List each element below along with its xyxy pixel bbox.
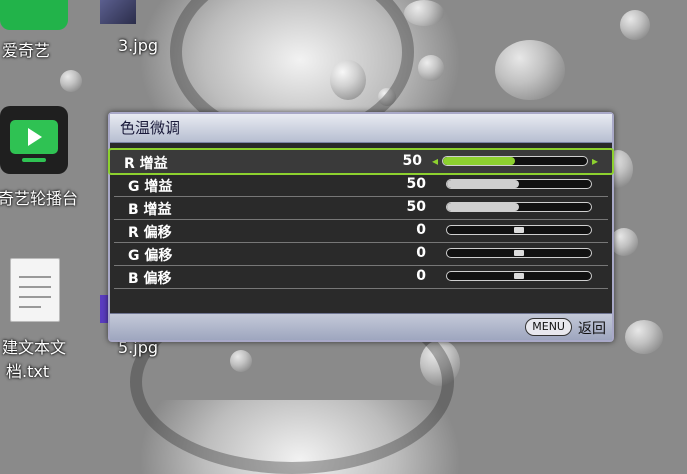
slider-fill — [447, 180, 519, 188]
desktop-icon-label: 奇艺轮播台 — [0, 189, 79, 208]
setting-slider[interactable] — [446, 202, 592, 212]
setting-value: 50 — [406, 199, 426, 215]
osd-footer: MENU 返回 — [110, 313, 612, 340]
setting-label: R 偏移 — [128, 225, 172, 241]
desktop-icon-label: 3.jpg — [118, 36, 159, 55]
slider-fill — [443, 157, 515, 165]
setting-label: B 偏移 — [128, 271, 172, 287]
setting-row-g-gain[interactable]: G 增益 50 — [114, 173, 608, 197]
text-file-icon — [10, 258, 60, 322]
setting-label: G 增益 — [128, 179, 173, 195]
setting-value: 50 — [402, 153, 422, 169]
setting-row-b-gain[interactable]: B 增益 50 — [114, 196, 608, 220]
slider-knob[interactable] — [514, 273, 524, 279]
setting-value: 50 — [406, 176, 426, 192]
setting-row-b-offset[interactable]: B 偏移 0 — [114, 265, 608, 289]
color-temp-osd-menu: 色温微调 R 增益 50 ◂ ▸ G 增益 50 B 增益 50 R 偏移 0 … — [108, 112, 614, 342]
setting-value: 0 — [416, 268, 426, 284]
slider-fill — [447, 203, 519, 211]
setting-slider[interactable] — [446, 225, 592, 235]
setting-slider[interactable] — [446, 179, 592, 189]
setting-label: G 偏移 — [128, 248, 173, 264]
image-file-icon — [100, 0, 136, 24]
desktop-icon-label: 档.txt — [6, 362, 50, 381]
setting-slider[interactable] — [442, 156, 588, 166]
slider-knob[interactable] — [514, 227, 524, 233]
setting-value: 0 — [416, 222, 426, 238]
setting-value: 0 — [416, 245, 426, 261]
desktop-icon-label: 建文本文 — [2, 338, 67, 357]
setting-row-r-gain[interactable]: R 增益 50 ◂ ▸ — [108, 148, 614, 175]
left-arrow-icon[interactable]: ◂ — [432, 154, 438, 168]
iqiyi-app-icon — [0, 0, 68, 30]
setting-label: B 增益 — [128, 202, 172, 218]
setting-slider[interactable] — [446, 271, 592, 281]
setting-slider[interactable] — [446, 248, 592, 258]
setting-row-r-offset[interactable]: R 偏移 0 — [114, 219, 608, 243]
slider-knob[interactable] — [514, 250, 524, 256]
menu-button[interactable]: MENU — [525, 318, 572, 336]
right-arrow-icon[interactable]: ▸ — [592, 154, 598, 168]
setting-label: R 增益 — [124, 156, 168, 172]
setting-row-g-offset[interactable]: G 偏移 0 — [114, 242, 608, 266]
osd-title: 色温微调 — [110, 114, 612, 143]
desktop-icon-label: 爱奇艺 — [2, 41, 51, 60]
iqiyi-player-icon — [0, 106, 68, 174]
osd-settings-list: R 增益 50 ◂ ▸ G 增益 50 B 增益 50 R 偏移 0 G 偏移 … — [108, 148, 614, 298]
back-label[interactable]: 返回 — [578, 318, 606, 338]
